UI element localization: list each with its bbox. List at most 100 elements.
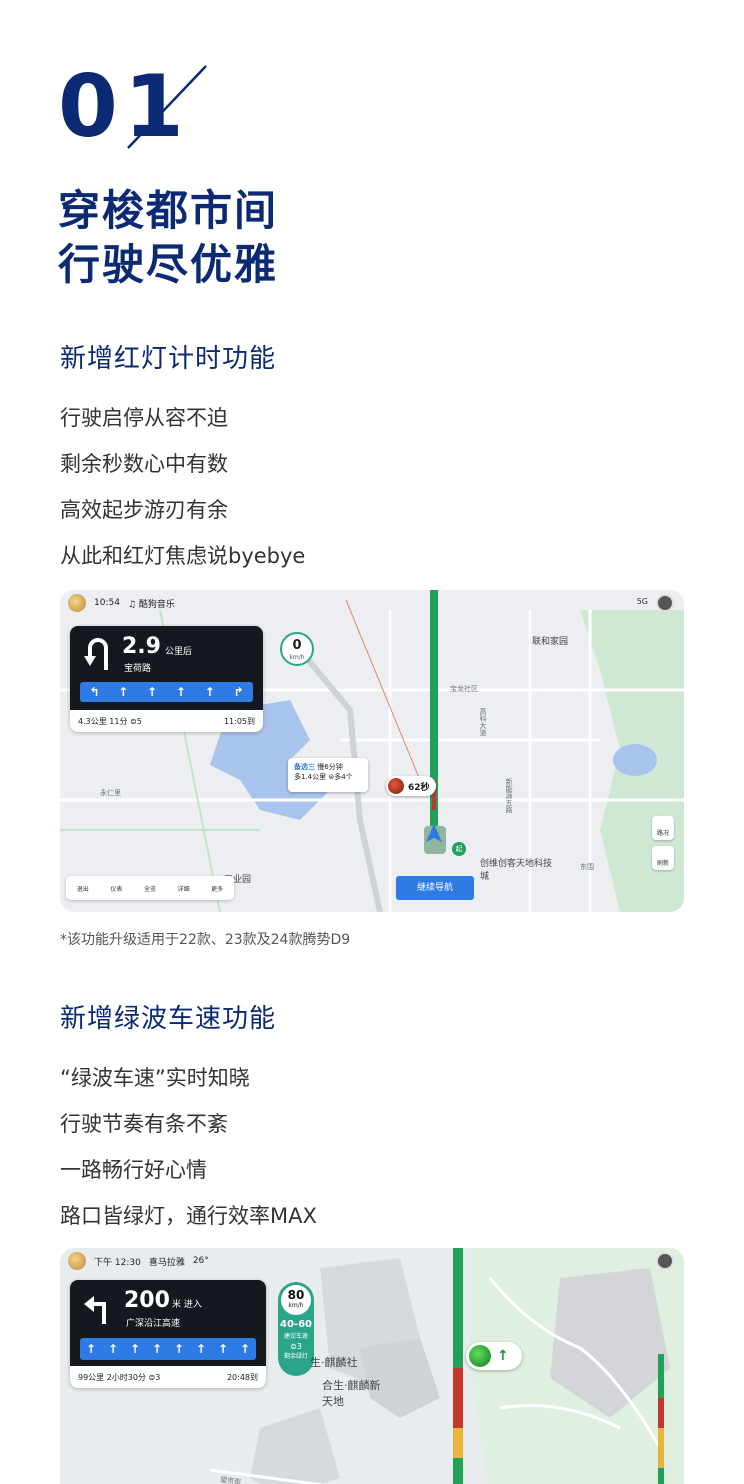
nav-arrival: 11:05到 [223, 716, 255, 726]
lane-arrow-icon: ↑ [175, 685, 186, 699]
map-label: 东围 [580, 863, 594, 871]
page-title: 穿梭都市间 行驶尽优雅 [58, 184, 278, 292]
map-label: 高科大道 [479, 708, 487, 736]
lane-guidance: ↰ ↑ ↑ ↑ ↑ ↱ [80, 682, 253, 702]
avatar[interactable] [656, 1252, 674, 1270]
dashboard-button[interactable]: 仪表 [110, 884, 122, 893]
speed-limit-unit: km/h [288, 1302, 304, 1309]
nav-guidance-card[interactable]: 2.9 公里后 宝荷路 ↰ ↑ ↑ ↑ ↑ ↱ 4.3公里 11分 ⊜5 11:… [70, 626, 263, 732]
title-line-2: 行驶尽优雅 [58, 240, 279, 289]
lane-arrow-icon: ↑ [151, 1342, 163, 1356]
nav-trip-summary: 4.3公里 11分 ⊜5 11:05到 [70, 710, 263, 732]
lane-arrow-icon: ↑ [85, 1342, 97, 1356]
footnote: *该功能升级适用于22款、23款及24款腾势D9 [60, 932, 351, 948]
avatar[interactable] [656, 594, 674, 612]
slash-decoration [127, 65, 207, 149]
nav-screenshot-green-wave: 下午 12:30 喜马拉雅 26° 200 米 进入 广深沿江高速 ↑ ↑ ↑ … [60, 1248, 684, 1484]
more-button[interactable]: 更多 [211, 884, 223, 893]
lane-guidance: ↑ ↑ ↑ ↑ ↑ ↑ ↑ ↑ [80, 1338, 256, 1360]
section2-line-1: “绿波车速”实时知晓 [60, 1066, 250, 1090]
lane-arrow-icon: ↑ [204, 685, 215, 699]
brand-logo-icon [68, 594, 86, 612]
section2-heading: 新增绿波车速功能 [60, 1004, 277, 1034]
brand-logo-icon [68, 1252, 86, 1270]
map-label: 创维创客天地科技城 [480, 859, 553, 882]
status-signal: 5G [636, 597, 648, 606]
red-light-countdown: 62秒 [386, 776, 436, 796]
lane-arrow-icon: ↑ [129, 1342, 141, 1356]
section1-line-2: 剩余秒数心中有数 [60, 452, 228, 476]
map-label: 新能源五路 [505, 778, 513, 813]
detail-button[interactable]: 详细 [178, 884, 190, 893]
section2-line-4: 路口皆绿灯，通行效率MAX [60, 1204, 317, 1228]
speed-limit-sign: 80 km/h [281, 1285, 311, 1315]
lane-arrow-icon: ↑ [195, 1342, 207, 1356]
status-time: 10:54 [94, 598, 120, 608]
route-detail: 多1.4公里 ⊜多4个 [294, 773, 353, 781]
lane-arrow-icon: ↑ [217, 1342, 229, 1356]
lane-arrow-icon: ↑ [107, 1342, 119, 1356]
start-marker: 起 [452, 842, 466, 856]
remaining-green-label: 剩余绿灯 [283, 1353, 308, 1360]
green-wave-speed-panel: 80 km/h 40-60 建议车速 ⊜3 剩余绿灯 [278, 1282, 314, 1376]
green-light-icon [469, 1345, 491, 1367]
section2-line-3: 一路畅行好心情 [60, 1158, 207, 1182]
section1-heading: 新增红灯计时功能 [60, 344, 277, 374]
map-label: 永仁里 [100, 789, 121, 797]
continue-navigation-button[interactable]: 继续导航 [396, 876, 474, 900]
red-light-icon [388, 778, 404, 794]
status-music[interactable]: 喜马拉雅 [149, 1255, 185, 1268]
nav-screenshot-red-light: 10:54 ♫ 酷狗音乐 5G 2.9 公里后 宝荷路 ↰ ↑ ↑ ↑ ↑ ↱ … [60, 590, 684, 912]
straight-arrow-icon: ↑ [497, 1348, 509, 1364]
overview-button[interactable]: 全览 [144, 884, 156, 893]
section-number-zero: 0 [58, 57, 118, 157]
title-line-1: 穿梭都市间 [58, 186, 279, 235]
section-number: 0 1 [58, 62, 218, 152]
traffic-button[interactable]: 路况 [652, 816, 674, 840]
nav-distance-unit: 米 进入 [172, 1300, 202, 1310]
speed-unit: km/h [289, 654, 305, 661]
lane-arrow-icon: ↱ [233, 685, 244, 699]
section1-line-3: 高效起步游刃有余 [60, 498, 228, 522]
status-bar: 10:54 ♫ 酷狗音乐 [60, 590, 684, 616]
map-label: 宝龙社区 [450, 685, 478, 693]
status-music[interactable]: ♫ 酷狗音乐 [128, 597, 175, 610]
alternate-route-tip[interactable]: 备选三 慢6分钟 多1.4公里 ⊜多4个 [288, 758, 368, 792]
map-label: 联和家园 [532, 637, 569, 647]
suggested-speed-range: 40-60 [280, 1319, 312, 1330]
section1-line-4: 从此和红灯焦虑说byebye [60, 544, 306, 568]
nav-remaining: 4.3公里 11分 ⊜5 [78, 716, 142, 726]
nav-guidance-card[interactable]: 200 米 进入 广深沿江高速 ↑ ↑ ↑ ↑ ↑ ↑ ↑ ↑ 99公里 2小时… [70, 1280, 266, 1388]
lane-arrow-icon: ↑ [173, 1342, 185, 1356]
route-slow: 慢6分钟 [317, 763, 343, 771]
speed-value: 0 [292, 638, 302, 653]
lane-arrow-icon: ↰ [89, 685, 100, 699]
u-turn-icon [84, 638, 108, 670]
status-time: 下午 12:30 [94, 1257, 141, 1268]
green-light-indicator: ↑ [466, 1342, 522, 1370]
turn-left-icon [84, 1296, 106, 1324]
nav-road-name: 广深沿江高速 [126, 1319, 181, 1329]
route-tag: 备选三 [294, 763, 315, 771]
map-toolbar: 退出 仪表 全览 详细 更多 [66, 876, 234, 900]
map-label: 生·麒麟社 [310, 1356, 358, 1369]
status-weather: 26° [192, 1256, 209, 1266]
map-label: 合生·麒麟新天地 [322, 1379, 381, 1408]
remaining-green-count: ⊜3 [290, 1342, 302, 1351]
section1-line-1: 行驶启停从容不迫 [60, 406, 228, 430]
speed-limit-value: 80 [287, 1288, 305, 1302]
suggested-speed-label: 建议车速 [283, 1333, 308, 1340]
lane-arrow-icon: ↑ [147, 685, 158, 699]
section2-line-2: 行驶节奏有条不紊 [60, 1112, 228, 1136]
speedometer: 0 km/h [280, 632, 314, 666]
exit-button[interactable]: 退出 [77, 884, 89, 893]
nav-arrival: 20:48到 [226, 1372, 258, 1382]
red-light-seconds: 62秒 [408, 782, 430, 793]
refresh-button[interactable]: 刷新 [652, 846, 674, 870]
nav-remaining: 99公里 2小时30分 ⊜3 [78, 1372, 161, 1382]
nav-trip-summary: 99公里 2小时30分 ⊜3 20:48到 [70, 1366, 266, 1388]
status-bar: 下午 12:30 喜马拉雅 26° [60, 1248, 684, 1274]
nav-guidance-header: 200 米 进入 广深沿江高速 ↑ ↑ ↑ ↑ ↑ ↑ ↑ ↑ [70, 1280, 266, 1366]
lane-arrow-icon: ↑ [239, 1342, 251, 1356]
nav-guidance-header: 2.9 公里后 宝荷路 ↰ ↑ ↑ ↑ ↑ ↱ [70, 626, 263, 710]
